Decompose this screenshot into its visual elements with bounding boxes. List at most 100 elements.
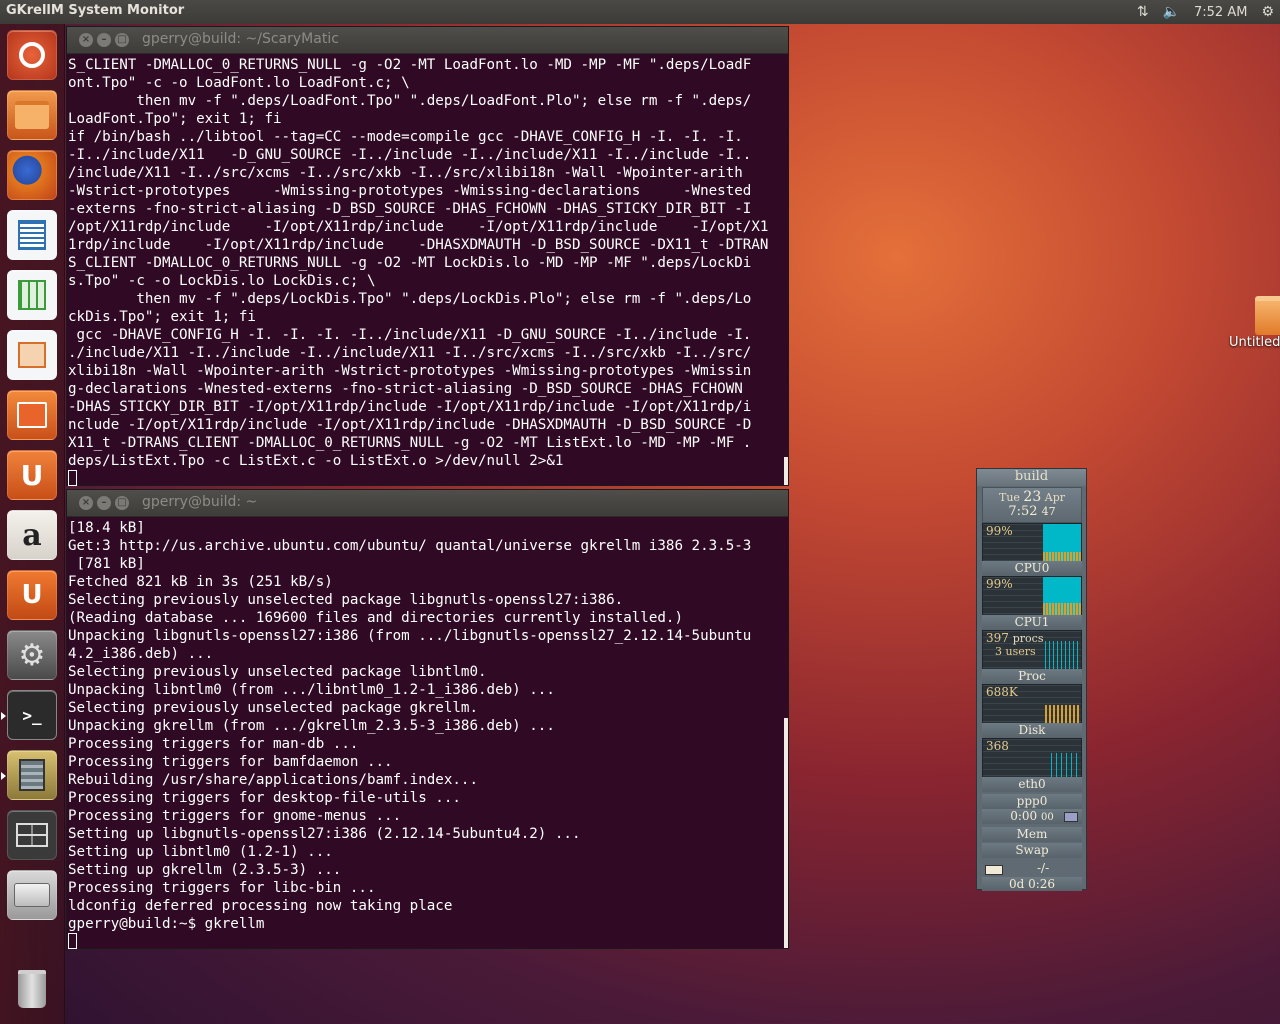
terminal-line: then mv -f ".deps/LockDis.Tpo" ".deps/Lo…: [68, 291, 752, 307]
terminal-icon: >_: [22, 705, 42, 725]
clock-month: Apr: [1044, 491, 1065, 504]
terminal-line: S_CLIENT -DMALLOC_0_RETURNS_NULL -g -O2 …: [68, 255, 752, 271]
ppp0-connect-button[interactable]: [1064, 812, 1078, 822]
terminal-cursor: [68, 933, 788, 951]
launcher-libreoffice-calc[interactable]: [7, 270, 57, 320]
panel-clock[interactable]: 7:52 AM: [1194, 5, 1247, 20]
eth0-bars: [1051, 753, 1081, 779]
terminal-line: s.Tpo" -c -o LockDis.lo LockDis.c; \: [68, 273, 376, 289]
clock-time: 7:52: [1008, 504, 1038, 519]
terminal-titlebar[interactable]: × – □ gperry@build: ~: [67, 490, 788, 517]
volume-icon[interactable]: 🔈: [1163, 4, 1180, 20]
amazon-icon: a: [22, 517, 42, 553]
launcher-workspace-switcher[interactable]: [7, 810, 57, 860]
mail-icon[interactable]: [985, 865, 1003, 875]
terminal-window-scarymatic[interactable]: × – □ gperry@build: ~/ScaryMatic S_CLIEN…: [66, 26, 789, 486]
close-icon[interactable]: ×: [79, 496, 93, 510]
ppp0-label: ppp0: [982, 794, 1082, 809]
settings-icon: ⚙: [18, 637, 46, 673]
gkrellm-monitor[interactable]: build Tue 23 Apr 7:52 47 99% CPU0 99% CP…: [976, 468, 1087, 891]
proc-chart[interactable]: 397 procs 3 users: [982, 630, 1082, 672]
close-icon[interactable]: ×: [79, 33, 93, 47]
writer-icon: [18, 220, 46, 250]
launcher-software-center[interactable]: [7, 390, 57, 440]
terminal-line: Processing triggers for gnome-menus ...: [68, 808, 402, 824]
launcher-trash[interactable]: [7, 964, 57, 1014]
terminal-line: Unpacking libgnutls-openssl27:i386 (from…: [68, 628, 752, 644]
network-transfer-icon[interactable]: ⇅: [1137, 4, 1149, 20]
gkrellm-icon: [19, 759, 45, 791]
desktop-folder-label[interactable]: Untitled: [1229, 335, 1280, 350]
launcher-firefox[interactable]: [7, 150, 57, 200]
gear-icon[interactable]: ⚙: [1261, 4, 1274, 20]
disk-bars: [1045, 705, 1081, 725]
disk-chart[interactable]: 688K: [982, 684, 1082, 726]
terminal-line: -externs -fno-strict-aliasing -D_BSD_SOU…: [68, 201, 752, 217]
terminal-window-home[interactable]: × – □ gperry@build: ~ [18.4 kB] Get:3 htt…: [66, 489, 789, 949]
terminal-line: -Wstrict-prototypes -Wmissing-prototypes…: [68, 183, 752, 199]
terminal-line: /include/X11 -I../src/xcms -I../src/xkb …: [68, 165, 743, 181]
launcher-disk[interactable]: [7, 870, 57, 920]
disk-value: 688K: [986, 685, 1018, 699]
terminal-line: deps/ListExt.Tpo -c ListExt.c -o ListExt…: [68, 453, 564, 469]
terminal-line: ldconfig deferred processing now taking …: [68, 898, 453, 914]
top-panel: GKrellM System Monitor ⇅ 🔈 7:52 AM ⚙: [0, 0, 1280, 24]
maximize-icon[interactable]: □: [115, 33, 129, 47]
launcher-amazon[interactable]: a: [7, 510, 57, 560]
terminal-line: Unpacking gkrellm (from .../gkrellm_2.3.…: [68, 718, 555, 734]
terminal-output[interactable]: [18.4 kB] Get:3 http://us.archive.ubuntu.…: [67, 517, 788, 951]
launcher-system-settings[interactable]: ⚙: [7, 630, 57, 680]
terminal-line: gperry@build:~$ gkrellm: [68, 916, 265, 932]
terminal-line: g-declarations -Wnested-externs -fno-str…: [68, 381, 743, 397]
cpu0-chart[interactable]: 99%: [982, 576, 1082, 618]
gkrellm-clock[interactable]: Tue 23 Apr 7:52 47: [982, 487, 1082, 523]
terminal-title: gperry@build: ~/ScaryMatic: [142, 31, 339, 47]
launcher-files[interactable]: [7, 90, 57, 140]
terminal-line: Processing triggers for libc-bin ...: [68, 880, 376, 896]
terminal-output[interactable]: S_CLIENT -DMALLOC_0_RETURNS_NULL -g -O2 …: [67, 54, 788, 488]
cpu-total-chart[interactable]: 99%: [982, 523, 1082, 565]
uptime: 0d 0:26: [982, 877, 1082, 891]
users-count: 3: [995, 645, 1002, 658]
system-tray: ⇅ 🔈 7:52 AM ⚙: [1137, 0, 1280, 24]
terminal-line: then mv -f ".deps/LoadFont.Tpo" ".deps/L…: [68, 93, 752, 109]
minimize-icon[interactable]: –: [97, 496, 111, 510]
ubuntu-one-music-icon: U: [21, 580, 43, 610]
launcher-libreoffice-impress[interactable]: [7, 330, 57, 380]
launcher-libreoffice-writer[interactable]: [7, 210, 57, 260]
terminal-line: xlibi18n -Wall -Wpointer-arith -Wstrict-…: [68, 363, 752, 379]
trash-icon: [18, 970, 46, 1008]
eth0-chart[interactable]: 368: [982, 738, 1082, 780]
terminal-line: LoadFont.Tpo"; exit 1; fi: [68, 111, 282, 127]
terminal-line: Processing triggers for desktop-file-uti…: [68, 790, 461, 806]
terminal-titlebar[interactable]: × – □ gperry@build: ~/ScaryMatic: [67, 27, 788, 54]
clock-date: 23: [1023, 489, 1042, 505]
minimize-icon[interactable]: –: [97, 33, 111, 47]
ubuntu-one-icon: U: [20, 458, 44, 492]
terminal-line: -DHAS_STICKY_DIR_BIT -I/opt/X11rdp/inclu…: [68, 399, 752, 415]
terminal-scrollbar[interactable]: [784, 457, 788, 485]
terminal-line: [781 kB]: [68, 556, 145, 572]
terminal-line: ont.Tpo" -c -o LoadFont.lo LoadFont.c; \: [68, 75, 410, 91]
terminal-line: Selecting previously unselected package …: [68, 592, 624, 608]
launcher-ubuntu-one-music[interactable]: U: [7, 570, 57, 620]
workspaces-icon: [16, 823, 48, 847]
eth0-label: eth0: [982, 777, 1082, 792]
maximize-icon[interactable]: □: [115, 496, 129, 510]
cpu1-label: CPU1: [982, 615, 1082, 630]
terminal-cursor: [68, 470, 788, 488]
terminal-scrollbar[interactable]: [784, 718, 788, 948]
swap-label: Swap: [982, 843, 1082, 858]
launcher-terminal[interactable]: >_: [1, 690, 57, 740]
launcher-ubuntu-dash[interactable]: [7, 30, 57, 80]
cpu0-bars: [1043, 577, 1081, 617]
launcher-gkrellm[interactable]: [1, 750, 57, 800]
folder-icon[interactable]: [1255, 292, 1280, 335]
ppp0-timer[interactable]: 0:00 00: [982, 809, 1082, 824]
cpu0-label: CPU0: [982, 561, 1082, 576]
cpu-total-bars: [1043, 524, 1081, 564]
terminal-line: Fetched 821 kB in 3s (251 kB/s): [68, 574, 333, 590]
clock-seconds: 47: [1041, 505, 1056, 518]
mem-label: Mem: [982, 827, 1082, 842]
launcher-ubuntu-one[interactable]: U: [7, 450, 57, 500]
